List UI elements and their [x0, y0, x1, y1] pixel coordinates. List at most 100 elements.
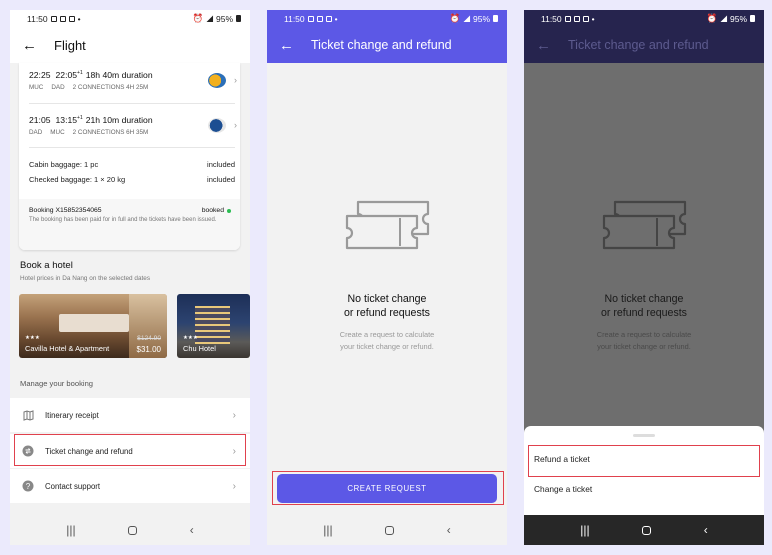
dot-icon: • [591, 13, 595, 24]
empty-state-subtitle: Create a request to calculate [596, 329, 692, 339]
booking-id: Booking X15852354065 [29, 207, 102, 214]
app-bar: ← Flight [10, 27, 250, 63]
page-title: Ticket change and refund [568, 38, 709, 52]
signal-icon: ◢ [206, 13, 213, 23]
app-bar: ← Ticket change and refund [267, 27, 507, 63]
hotel-stars: ★★★ [25, 335, 40, 341]
hotel-card[interactable]: ★★★ Chu Hotel [177, 294, 250, 358]
battery-percent: 95% [472, 13, 490, 24]
empty-state-title: No ticket change [604, 293, 684, 305]
empty-state: No ticket change or refund requests Crea… [267, 293, 507, 354]
menu-item-contact-support[interactable]: ? Contact support › [10, 469, 250, 503]
divider [29, 147, 235, 148]
baggage-row-checked: Checked baggage: 1 × 20 kg included [29, 175, 235, 184]
signal-icon: ◢ [463, 13, 470, 23]
airline-logo-icon [208, 73, 226, 88]
page-title: Flight [54, 37, 86, 53]
app-bar: ← Ticket change and refund [524, 27, 764, 63]
booking-card: 22:25 22:05 +1 18h 40m duration MUC DAD 2 CON… [19, 63, 240, 250]
nav-back-icon[interactable]: ‹ [704, 523, 708, 537]
connections: 2 CONNECTIONS 4H 25M [72, 84, 149, 91]
hotel-card[interactable]: ★★★ Cavilla Hotel & Apartment $124.90 $3… [19, 294, 167, 358]
hotel-price: $31.00 [136, 345, 161, 354]
departure-time: 21:05 [29, 115, 51, 125]
back-arrow-icon[interactable]: ← [22, 38, 46, 53]
arrival-time: 22:05 [55, 70, 78, 80]
hotel-section-title: Book a hotel [20, 260, 73, 271]
highlight-box [14, 434, 246, 466]
status-bar: 11:50 • ⏰ ◢ 95% [267, 10, 507, 27]
system-nav-bar: ||| ‹ [267, 515, 507, 545]
recent-apps-icon[interactable]: ||| [323, 523, 332, 537]
notification-icon [582, 15, 589, 22]
notification-icon [50, 15, 57, 22]
svg-text:?: ? [26, 482, 31, 491]
status-bar: 11:50 • ⏰ ◢ 95% [524, 10, 764, 27]
alarm-icon: ⏰ [192, 13, 204, 23]
destination-code: DAD [51, 84, 65, 91]
status-bar: 11:50 • ⏰ ◢ 95% [10, 10, 250, 27]
chevron-right-icon: › [232, 480, 236, 492]
battery-percent: 95% [215, 13, 233, 24]
empty-state-subtitle: Create a request to calculate [339, 329, 435, 339]
origin-code: DAD [29, 129, 43, 136]
status-badge: booked [201, 207, 224, 214]
nav-back-icon[interactable]: ‹ [447, 523, 451, 537]
sheet-drag-handle[interactable] [633, 434, 655, 437]
notification-icon [307, 15, 314, 22]
battery-icon [236, 15, 241, 22]
flight-row-outbound[interactable]: 22:25 22:05 +1 18h 40m duration MUC DAD 2 CON… [29, 70, 235, 91]
baggage-label: Cabin baggage: 1 pc [29, 160, 99, 169]
chevron-right-icon: › [232, 409, 236, 421]
menu-item-label: Contact support [45, 481, 101, 491]
highlight-box [528, 445, 760, 477]
empty-state-subtitle: your ticket change or refund. [597, 342, 691, 352]
map-icon [22, 409, 34, 421]
baggage-label: Checked baggage: 1 × 20 kg [29, 175, 126, 184]
recent-apps-icon[interactable]: ||| [580, 523, 589, 537]
hotel-name: Chu Hotel [183, 344, 216, 353]
menu-item-itinerary-receipt[interactable]: Itinerary receipt › [10, 398, 250, 432]
dot-icon: • [77, 13, 81, 24]
notification-icon [68, 15, 75, 22]
departure-time: 22:25 [29, 70, 51, 80]
menu-item-label: Itinerary receipt [45, 410, 99, 420]
home-icon[interactable] [642, 525, 652, 535]
empty-state-title: or refund requests [344, 306, 430, 319]
status-time: 11:50 [541, 13, 562, 24]
system-nav-bar: ||| ‹ [10, 515, 250, 545]
empty-state-title: No ticket change [347, 293, 427, 305]
booking-status-box: Booking X15852354065 booked The booking h… [19, 199, 240, 250]
day-offset: +1 [77, 70, 83, 76]
flight-screen: 11:50 • ⏰ ◢ 95% ← Flight 22:25 22:05 +1 18h 40… [10, 10, 250, 545]
battery-percent: 95% [729, 13, 747, 24]
refund-options-screen: 11:50 • ⏰ ◢ 95% ← Ticket change and refund … [524, 10, 764, 545]
hotel-stars: ★★★ [183, 335, 198, 341]
dot-icon: • [334, 13, 338, 24]
day-offset: +1 [77, 115, 83, 121]
status-time: 11:50 [284, 13, 305, 24]
nav-back-icon[interactable]: ‹ [190, 523, 194, 537]
hotel-building-image [195, 306, 230, 344]
manage-booking-label: Manage your booking [20, 379, 94, 388]
baggage-value: included [207, 160, 235, 169]
ticket-icon [345, 200, 430, 250]
page-title: Ticket change and refund [311, 38, 452, 52]
status-dot-icon [227, 208, 231, 213]
hotel-bed-image [59, 314, 129, 332]
back-arrow-icon[interactable]: ← [279, 38, 303, 53]
duration: 18h 40m duration [85, 70, 153, 80]
flight-row-return[interactable]: 21:05 13:15 +1 21h 10m duration DAD MUC 2 CON… [29, 115, 235, 136]
recent-apps-icon[interactable]: ||| [66, 523, 75, 537]
booking-note: The booking has been paid for in full an… [29, 217, 217, 223]
change-ticket-option[interactable]: Change a ticket [534, 484, 592, 494]
home-icon[interactable] [128, 525, 138, 535]
status-time: 11:50 [27, 13, 48, 24]
home-icon[interactable] [385, 525, 395, 535]
chevron-right-icon: › [234, 120, 237, 130]
hotel-old-price: $124.90 [137, 335, 161, 342]
divider [29, 103, 235, 104]
ticket-change-screen: 11:50 • ⏰ ◢ 95% ← Ticket change and refund … [267, 10, 507, 545]
notification-icon [316, 15, 323, 22]
hotel-section-subtitle: Hotel prices in Da Nang on the selected … [20, 275, 151, 282]
